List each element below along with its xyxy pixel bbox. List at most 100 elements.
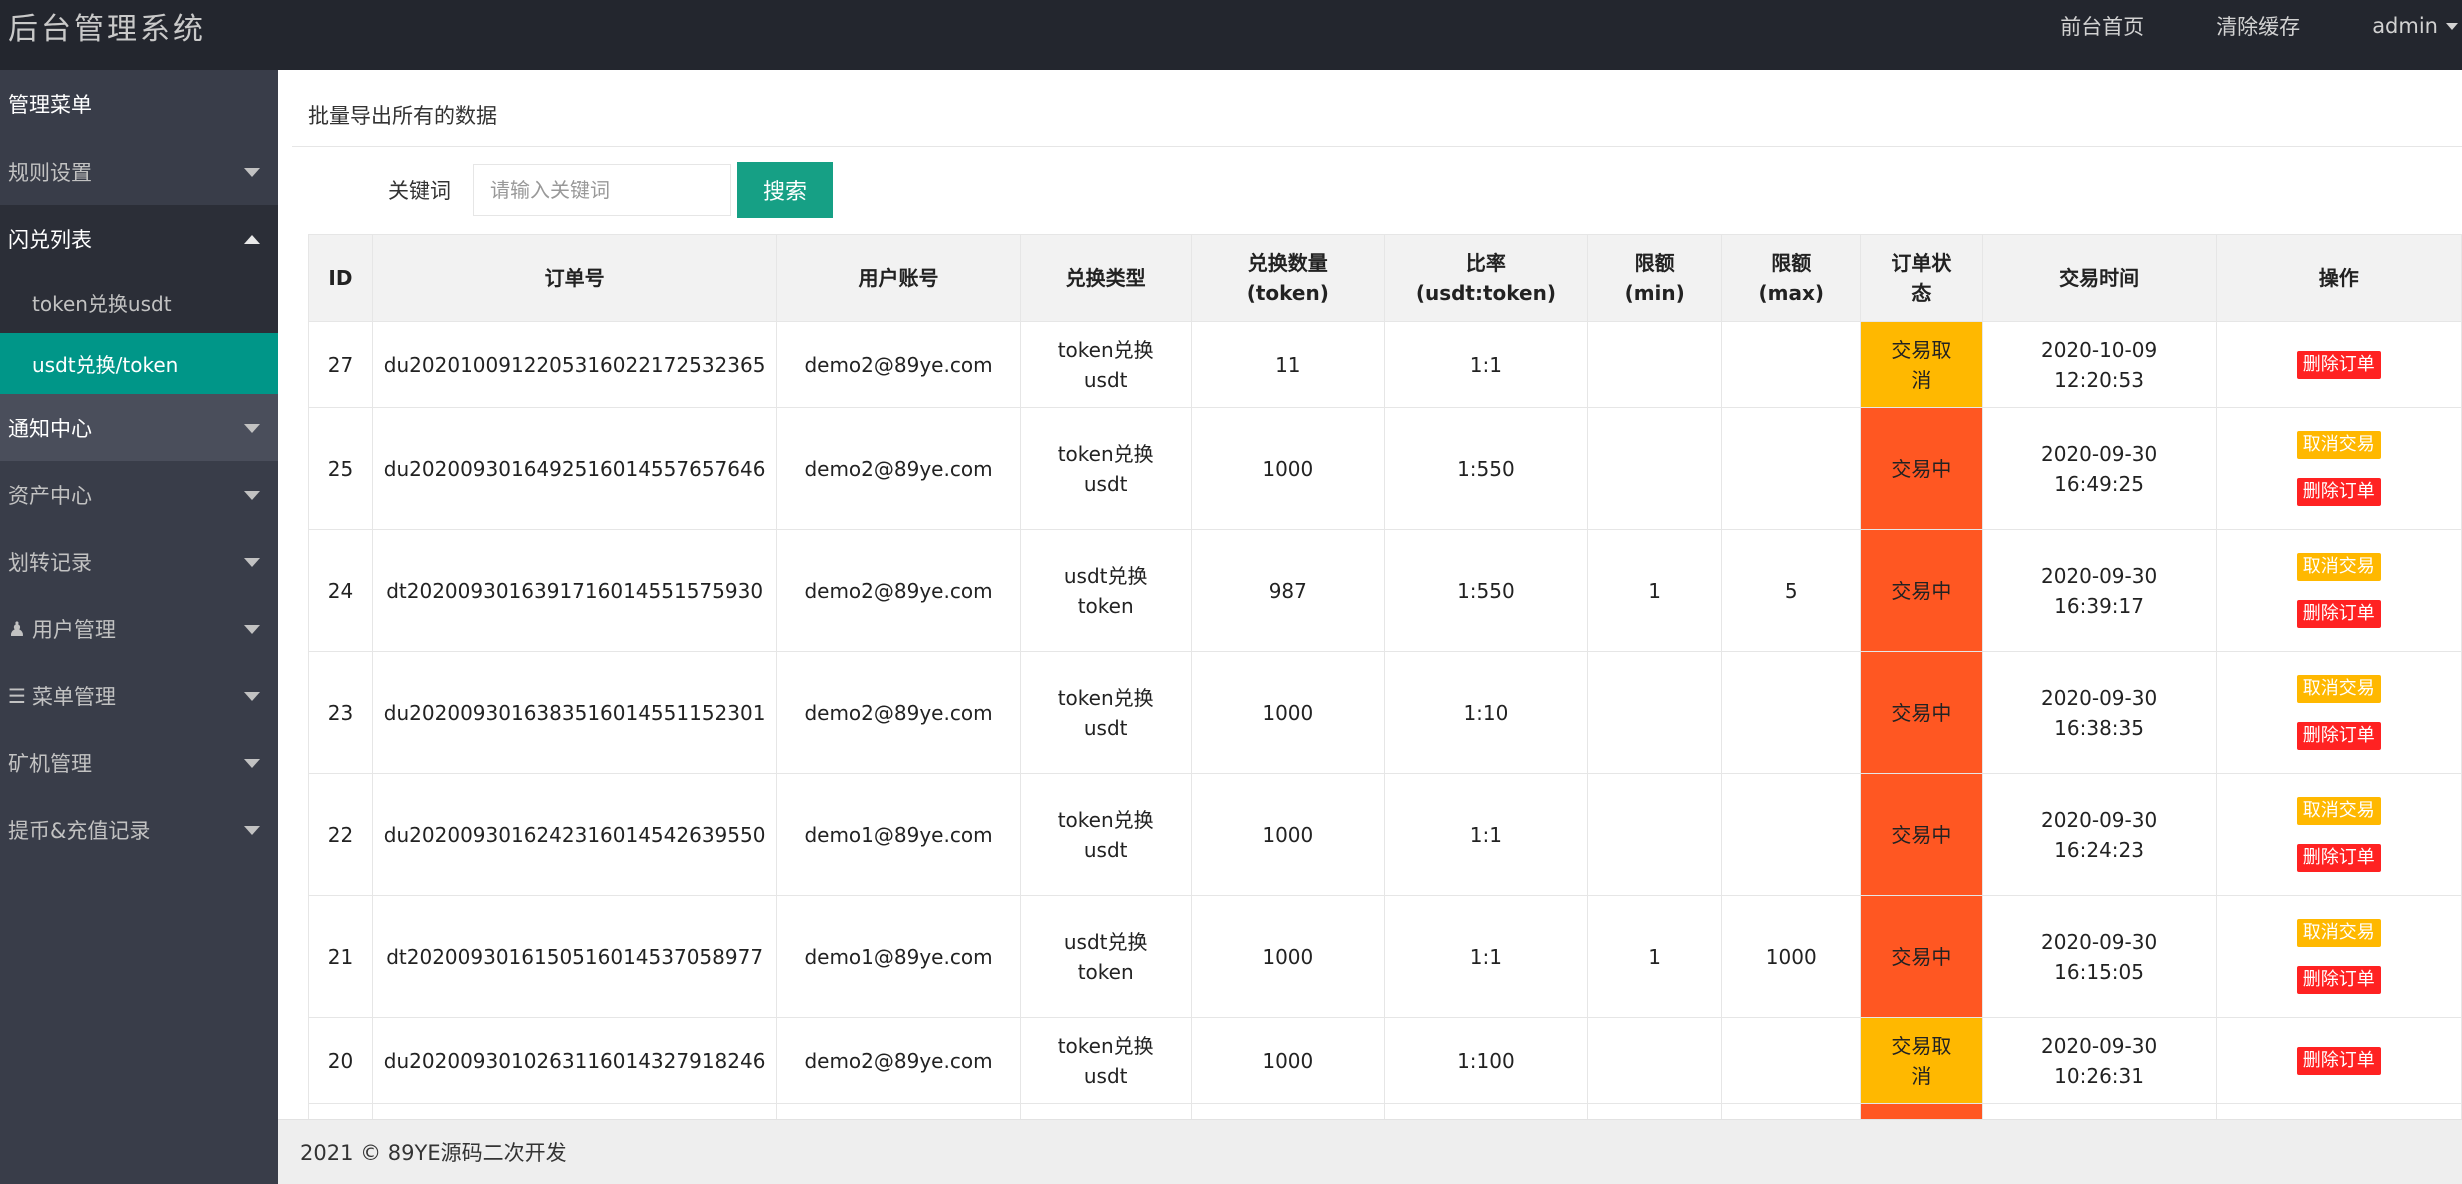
sidebar-menu: 规则设置 闪兑列表 token兑换usdt usdt兑换/token 通知中心 资产中心划… — [0, 138, 278, 863]
table-cell: token兑换 usdt — [1019, 651, 1192, 774]
sidebar-item-3[interactable]: 资产中心 — [0, 461, 278, 528]
search-form: 关键词 搜索 — [388, 162, 833, 218]
table-cell: demo1@89ye.com — [776, 895, 1021, 1018]
table-cell: 987 — [1190, 529, 1385, 652]
table-cell: du2020093016383516014551152301 — [371, 651, 778, 774]
app-title: 后台管理系统 — [8, 12, 206, 47]
status-badge: 交易中 — [1860, 651, 1983, 774]
table-cell: 2020-09-30 16:24:23 — [1981, 773, 2217, 896]
table-cell: 1000 — [1190, 1017, 1385, 1104]
status-badge: 交易取消 — [1860, 321, 1983, 408]
chevron-down-icon — [244, 758, 260, 768]
delete-order-button[interactable]: 删除订单 — [2296, 966, 2381, 994]
table-row: 20 du2020093010263116014327918246 demo2@89… — [308, 1017, 2462, 1104]
cancel-trade-button[interactable]: 取消交易 — [2296, 797, 2381, 825]
table-cell — [1721, 321, 1862, 408]
delete-order-button[interactable]: 删除订单 — [2296, 350, 2381, 379]
table-cell: 1:1 — [1383, 773, 1588, 896]
delete-order-button[interactable]: 删除订单 — [2296, 1046, 2381, 1075]
table-row: 22 du2020093016242316014542639550 demo1@89… — [308, 773, 2462, 896]
sidebar-subitem-1[interactable]: usdt兑换/token — [0, 333, 278, 394]
table-cell: usdt兑换 token — [1019, 529, 1192, 652]
chevron-down-icon — [244, 423, 260, 433]
table-cell — [1721, 1103, 1862, 1120]
chevron-down-icon — [244, 825, 260, 835]
cancel-trade-button[interactable]: 取消交易 — [2296, 675, 2381, 703]
delete-order-button[interactable]: 删除订单 — [2296, 722, 2381, 750]
sidebar-item-2[interactable]: 通知中心 — [0, 394, 278, 461]
sidebar-item-7[interactable]: 矿机管理 — [0, 729, 278, 796]
actions-cell: 取消交易 删除订单 — [2215, 529, 2462, 652]
delete-order-button[interactable]: 删除订单 — [2296, 478, 2381, 506]
table-cell — [1586, 407, 1723, 530]
table-cell: 2020-09-30 16:15:05 — [1981, 895, 2217, 1018]
sidebar-heading: 管理菜单 — [0, 70, 278, 138]
table-cell — [1383, 1103, 1588, 1120]
column-header: 交易时间 — [1981, 234, 2217, 322]
table-row: 23 du2020093016383516014551152301 demo2@89… — [308, 651, 2462, 774]
search-input[interactable] — [473, 164, 731, 216]
table-cell: 5 — [1721, 529, 1862, 652]
sidebar-item-label: 用户管理 — [31, 617, 116, 642]
status-badge: 交易取消 — [1860, 1017, 1983, 1104]
sidebar-subitem-0[interactable]: token兑换usdt — [0, 272, 278, 333]
cancel-trade-button[interactable]: 取消交易 — [2296, 553, 2381, 581]
table-cell — [1721, 773, 1862, 896]
table-row: 21 dt2020093016150516014537058977 demo1@89… — [308, 895, 2462, 1018]
table-cell: 2020-09-30 16:38:35 — [1981, 651, 2217, 774]
column-header: ID — [308, 234, 373, 322]
table-header-row: ID 订单号 用户账号 兑换类型 兑换数量 (token) 比率 (usdt:token) 限额… — [308, 234, 2462, 322]
table-cell: 1:1 — [1383, 321, 1588, 408]
status-badge: 交易中 — [1860, 773, 1983, 896]
actions-cell: 取消交易 删除订单 — [2215, 895, 2462, 1018]
delete-order-button[interactable]: 删除订单 — [2296, 600, 2381, 628]
column-header: 兑换类型 — [1019, 234, 1192, 322]
sidebar-item-5[interactable]: ♟ 用户管理 — [0, 595, 278, 662]
table-cell: token兑换 usdt — [1019, 407, 1192, 530]
cancel-trade-button[interactable]: 取消交易 — [2296, 431, 2381, 459]
table-cell — [371, 1103, 778, 1120]
table-cell: 1000 — [1190, 773, 1385, 896]
search-button[interactable]: 搜索 — [737, 162, 833, 218]
table-cell: 1:1 — [1383, 895, 1588, 1018]
table-cell: du2020093016242316014542639550 — [371, 773, 778, 896]
chevron-down-icon — [244, 490, 260, 500]
table-cell — [776, 1103, 1021, 1120]
table-cell: du2020093010263116014327918246 — [371, 1017, 778, 1104]
table-cell: 23 — [308, 651, 373, 774]
table-cell — [1190, 1103, 1385, 1120]
sidebar: 管理菜单 规则设置 闪兑列表 token兑换usdt usdt兑换/token 通知中心… — [0, 70, 278, 1184]
column-header: 兑换数量 (token) — [1190, 234, 1385, 322]
table-cell — [1019, 1103, 1192, 1120]
sidebar-item-1[interactable]: 闪兑列表 — [0, 205, 278, 272]
panel-title: 批量导出所有的数据 — [308, 104, 497, 128]
column-header: 限额 (max) — [1721, 234, 1862, 322]
user-menu[interactable]: admin — [2336, 14, 2462, 38]
sidebar-item-4[interactable]: 划转记录 — [0, 528, 278, 595]
sidebar-item-8[interactable]: 提币&充值记录 — [0, 796, 278, 863]
table-cell — [1586, 651, 1723, 774]
sidebar-item-0[interactable]: 规则设置 — [0, 138, 278, 205]
column-header: 限额 (min) — [1586, 234, 1723, 322]
orders-table: ID 订单号 用户账号 兑换类型 兑换数量 (token) 比率 (usdt:token) 限额… — [308, 234, 2462, 1120]
list-icon: ☰ — [8, 683, 26, 708]
nav-frontpage[interactable]: 前台首页 — [2024, 11, 2180, 41]
nav-clear-cache[interactable]: 清除缓存 — [2180, 11, 2336, 41]
table-body: 27 du2020100912205316022172532365 demo2@89… — [308, 321, 2462, 1120]
table-cell: 1:100 — [1383, 1017, 1588, 1104]
username[interactable]: admin — [2372, 14, 2438, 38]
table-cell: 1:550 — [1383, 529, 1588, 652]
actions-cell: 删除订单 — [2215, 1017, 2462, 1104]
table-cell: 2020-09-30 10:26:31 — [1981, 1017, 2217, 1104]
delete-order-button[interactable]: 删除订单 — [2296, 844, 2381, 872]
table-cell — [1586, 1017, 1723, 1104]
footer: 2021 © 89YE源码二次开发 — [278, 1119, 2462, 1184]
table-cell: 1000 — [1190, 895, 1385, 1018]
cancel-trade-button[interactable]: 取消交易 — [2296, 919, 2381, 947]
table-cell: dt2020093016391716014551575930 — [371, 529, 778, 652]
actions-cell: 取消交易 删除订单 — [2215, 773, 2462, 896]
column-header: 订单状态 — [1860, 234, 1983, 322]
table-row — [308, 1103, 2462, 1120]
table-cell — [1586, 1103, 1723, 1120]
sidebar-item-6[interactable]: ☰ 菜单管理 — [0, 662, 278, 729]
